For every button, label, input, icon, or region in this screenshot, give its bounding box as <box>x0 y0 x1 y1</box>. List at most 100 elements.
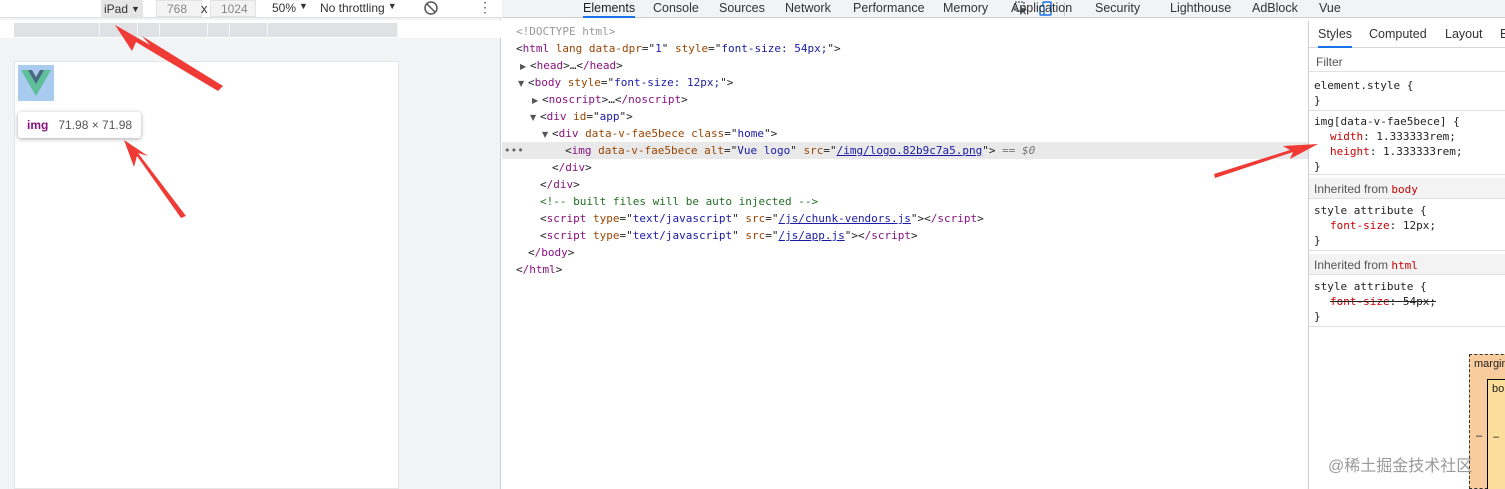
elements-dom-tree: <!DOCTYPE html> <html lang data-dpr="1" … <box>502 21 1308 489</box>
more-vert-icon[interactable]: ⋮ <box>478 0 492 14</box>
dimension-separator: x <box>201 1 208 16</box>
media-query-ruler[interactable] <box>14 23 398 37</box>
tooltip-size: 71.98 × 71.98 <box>58 118 133 132</box>
tab-elements[interactable]: Elements <box>583 0 636 18</box>
expand-triangle-icon[interactable]: ▶ <box>532 92 542 109</box>
box-model-diagram[interactable]: margin – bo – <box>1469 354 1505 489</box>
width-input[interactable]: 768 <box>156 0 202 17</box>
tag-name: /div <box>546 178 574 191</box>
collapse-triangle-icon[interactable]: ▼ <box>518 75 528 92</box>
style-property-width[interactable]: width: 1.333333rem; <box>1314 129 1505 144</box>
inherited-label: Inherited from <box>1314 182 1389 196</box>
box-model-border-value: – <box>1493 431 1500 443</box>
collapse-triangle-icon[interactable]: ▼ <box>542 126 552 143</box>
vue-logo-image[interactable] <box>18 65 54 101</box>
tab-adblock[interactable]: AdBlock <box>1252 0 1298 18</box>
tag-name: script <box>546 229 587 242</box>
tab-performance[interactable]: Performance <box>853 0 925 18</box>
rule-body-style-attribute[interactable]: style attribute { font-size: 12px; } <box>1309 201 1505 251</box>
attr-value: home <box>737 127 764 140</box>
dom-node-script-vendors[interactable]: <script type="text/javascript" src="/js/… <box>502 210 1308 227</box>
tag-name: /body <box>534 246 568 259</box>
rotate-icon[interactable] <box>423 0 439 16</box>
dom-node-comment[interactable]: <!-- built files will be auto injected -… <box>502 193 1308 210</box>
style-property-font-size[interactable]: font-size: 12px; <box>1314 218 1505 233</box>
device-toolbar: iPad ▼ 768 x 1024 50% ▼ No throttling ▼ … <box>0 0 501 18</box>
attr-value: 1 <box>655 42 662 55</box>
dom-node-head[interactable]: ▶ <head>…</head> <box>502 57 1308 74</box>
property-name: font-size <box>1330 295 1390 308</box>
dom-node-div-app[interactable]: ▼ <div id="app"> <box>502 108 1308 125</box>
height-input[interactable]: 1024 <box>210 0 256 17</box>
subtab-computed[interactable]: Computed <box>1369 27 1427 41</box>
tab-sources[interactable]: Sources <box>719 0 765 18</box>
inherited-from-html: Inherited from html <box>1309 254 1505 275</box>
inherited-tag[interactable]: html <box>1391 259 1418 272</box>
dom-node-div-close[interactable]: </div> <box>502 159 1308 176</box>
expand-triangle-icon[interactable]: ▶ <box>520 58 530 75</box>
tab-lighthouse[interactable]: Lighthouse <box>1170 0 1231 18</box>
throttling-value: No throttling <box>320 1 385 15</box>
tab-application[interactable]: Application <box>1011 0 1072 18</box>
attr-name: lang <box>555 42 583 55</box>
tag-name: /head <box>583 59 617 72</box>
dom-node-html[interactable]: <html lang data-dpr="1" style="font-size… <box>502 40 1308 57</box>
attr-name: class <box>691 127 725 140</box>
attr-name: src <box>745 212 766 225</box>
styles-filter-input[interactable]: Filter <box>1309 51 1505 72</box>
tab-security[interactable]: Security <box>1095 0 1140 18</box>
box-model-border[interactable]: bo – <box>1487 379 1505 489</box>
tag-name: head <box>536 59 564 72</box>
device-select[interactable]: iPad ▼ <box>101 0 143 17</box>
attr-name: type <box>593 229 620 242</box>
dom-node-body-close[interactable]: </body> <box>502 244 1308 261</box>
subtab-layout[interactable]: Layout <box>1445 27 1483 41</box>
src-link[interactable]: /img/logo.82b9c7a5.png <box>837 144 983 157</box>
subtab-styles[interactable]: Styles <box>1318 27 1353 48</box>
dom-node-html-close[interactable]: </html> <box>502 261 1308 278</box>
property-value: 12px; <box>1402 219 1436 232</box>
tab-memory[interactable]: Memory <box>943 0 988 18</box>
src-link[interactable]: /js/chunk-vendors.js <box>778 212 910 225</box>
style-property-font-size-overridden[interactable]: font-size: 54px; <box>1314 294 1505 309</box>
attr-name: data-dpr <box>588 42 642 55</box>
tag-name: /script <box>864 229 911 242</box>
tag-name: script <box>546 212 587 225</box>
dom-node-div-home[interactable]: ▼ <div data-v-fae5bece class="home"> <box>502 125 1308 142</box>
tab-vue[interactable]: Vue <box>1319 0 1341 18</box>
tab-network[interactable]: Network <box>785 0 831 18</box>
dom-node-noscript[interactable]: ▶ <noscript>…</noscript> <box>502 91 1308 108</box>
rule-close: } <box>1314 160 1321 173</box>
attr-name: data-v-fae5bece <box>585 127 685 140</box>
rule-selector: img[data-v-fae5bece] { <box>1314 115 1460 128</box>
collapse-triangle-icon[interactable]: ▼ <box>530 109 540 126</box>
inherited-tag[interactable]: body <box>1391 183 1418 196</box>
tab-console[interactable]: Console <box>653 0 699 18</box>
attr-value: Vue logo <box>737 144 791 157</box>
selected-node-marker: == $0 <box>1002 144 1036 157</box>
rule-img[interactable]: img[data-v-fae5bece] { width: 1.333333re… <box>1309 112 1505 175</box>
more-horiz-icon[interactable]: ••• <box>504 142 524 159</box>
rule-html-style-attribute[interactable]: style attribute { font-size: 54px; } <box>1309 277 1505 327</box>
inherited-from-body: Inherited from body <box>1309 178 1505 199</box>
subtab-event-listeners[interactable]: E <box>1500 27 1505 41</box>
dom-node-doctype[interactable]: <!DOCTYPE html> <box>502 23 1308 40</box>
rule-selector: element.style { <box>1314 79 1414 92</box>
attr-value: font-size: 54px; <box>721 42 828 55</box>
dom-node-img-selected[interactable]: ••• <img data-v-fae5bece alt="Vue logo" s… <box>502 142 1308 159</box>
rule-element-style[interactable]: element.style { } <box>1309 76 1505 111</box>
src-link[interactable]: /js/app.js <box>778 229 844 242</box>
dom-node-script-app[interactable]: <script type="text/javascript" src="/js/… <box>502 227 1308 244</box>
zoom-select[interactable]: 50% ▼ <box>272 1 308 15</box>
vue-logo-icon <box>21 70 51 96</box>
dom-node-div-close[interactable]: </div> <box>502 176 1308 193</box>
throttling-select[interactable]: No throttling ▼ <box>320 1 397 15</box>
attr-value: app <box>599 110 620 123</box>
style-property-height[interactable]: height: 1.333333rem; <box>1314 144 1505 159</box>
attr-name: src <box>803 144 824 157</box>
attr-name: style <box>674 42 709 55</box>
attr-name: style <box>567 76 601 89</box>
devtools-tab-bar: Elements Console Sources Network Perform… <box>502 0 1505 18</box>
attr-name: type <box>593 212 620 225</box>
dom-node-body[interactable]: ▼ <body style="font-size: 12px;"> <box>502 74 1308 91</box>
